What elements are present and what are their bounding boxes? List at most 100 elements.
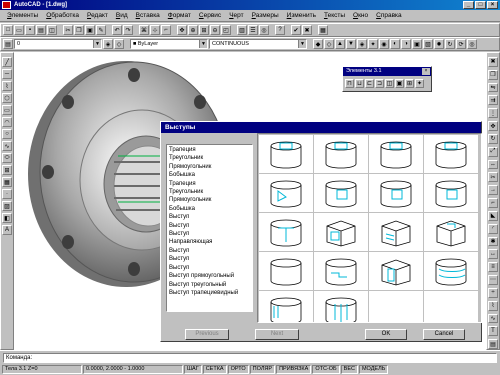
menu-item-6[interactable]: Сервис xyxy=(195,12,225,19)
redo-icon[interactable]: ↷ xyxy=(123,25,133,35)
render-icon[interactable]: ✹ xyxy=(434,39,444,49)
lengthen-icon[interactable]: ↔ xyxy=(488,249,498,260)
hatch-icon[interactable]: ▨ xyxy=(2,201,12,211)
edit-text-icon[interactable]: T xyxy=(488,326,498,337)
insert-block-icon[interactable]: ⊞ xyxy=(2,165,12,175)
edit-spline-icon[interactable]: ∿ xyxy=(488,313,498,324)
save-icon[interactable]: ▪ xyxy=(25,25,35,35)
list-item[interactable]: Выступ треугольный xyxy=(169,281,250,289)
menu-item-5[interactable]: Формат xyxy=(164,12,195,19)
autocad-app-icon[interactable] xyxy=(2,1,11,9)
view-right-icon[interactable]: ▲ xyxy=(335,39,345,49)
hide-icon[interactable]: ▧ xyxy=(423,39,433,49)
view-top-icon[interactable]: ◆ xyxy=(313,39,323,49)
pan-icon[interactable]: ✥ xyxy=(177,25,187,35)
stretch-icon[interactable]: ⇔ xyxy=(488,159,498,170)
undo-icon[interactable]: ↶ xyxy=(112,25,122,35)
list-item[interactable]: Бобышка xyxy=(169,205,250,213)
erase-icon[interactable]: ✖ xyxy=(488,57,498,67)
gallery-shape-8[interactable] xyxy=(424,174,478,212)
element-tool-6-icon[interactable]: ▣ xyxy=(395,79,404,88)
menu-item-1[interactable]: Обработка xyxy=(42,12,83,19)
gallery-shape-16[interactable] xyxy=(424,252,478,290)
previous-button[interactable]: Previous xyxy=(185,329,229,340)
menu-item-10[interactable]: Тексты xyxy=(320,12,349,19)
color-select[interactable]: ■ ByLayer ▼ xyxy=(130,39,208,49)
element-tool-3-icon[interactable]: ⊏ xyxy=(365,79,374,88)
title-bar[interactable]: AutoCAD - [1.dwg] _ □ × xyxy=(0,0,500,10)
view-left-icon[interactable]: ▼ xyxy=(346,39,356,49)
list-item[interactable]: Выступ xyxy=(169,230,250,238)
list-item[interactable]: Бобышка xyxy=(169,171,250,179)
gallery-shape-11[interactable] xyxy=(369,213,423,251)
cross-icon[interactable]: ✖ xyxy=(302,25,312,35)
view-ne-icon[interactable]: ◐ xyxy=(390,39,400,49)
protrusion-type-list[interactable]: Трапеция Треугольник Прямоугольник Бобышка Т… xyxy=(166,144,253,312)
scale-icon[interactable]: ⤢ xyxy=(488,146,498,157)
gallery-shape-5[interactable] xyxy=(259,174,313,212)
chevron-down-icon[interactable]: ▼ xyxy=(199,40,207,48)
orbit-icon[interactable]: ↻ xyxy=(445,39,455,49)
spline-icon[interactable]: ∿ xyxy=(2,141,12,151)
view-sw-icon[interactable]: ◉ xyxy=(379,39,389,49)
list-item[interactable]: Выступ xyxy=(169,247,250,255)
gallery-shape-10[interactable] xyxy=(314,213,368,251)
element-tool-1-icon[interactable]: ⊓ xyxy=(345,79,354,88)
gallery-shape-9[interactable] xyxy=(259,213,313,251)
hyperlink-icon[interactable]: ⌘ xyxy=(139,25,149,35)
status-mode-5[interactable]: ОТС-ОБ xyxy=(312,365,340,374)
close-icon[interactable]: × xyxy=(422,68,430,75)
array-icon[interactable]: ⋮ xyxy=(488,108,498,119)
rectangle-icon[interactable]: ▭ xyxy=(2,105,12,115)
status-mode-0[interactable]: ШАГ xyxy=(184,365,202,374)
menu-item-9[interactable]: Изменить xyxy=(283,12,320,19)
construction-line-icon[interactable]: ─ xyxy=(2,69,12,79)
preview-icon[interactable]: ◫ xyxy=(47,25,57,35)
menu-item-2[interactable]: Редакт xyxy=(83,12,112,19)
polygon-icon[interactable]: ⬡ xyxy=(2,93,12,103)
menu-item-12[interactable]: Справка xyxy=(372,12,406,19)
design-center-icon[interactable]: ◎ xyxy=(259,25,269,35)
named-views-icon[interactable]: ▥ xyxy=(237,25,247,35)
gallery-shape-17[interactable] xyxy=(259,291,313,322)
element-tool-4-icon[interactable]: ⊐ xyxy=(375,79,384,88)
layer-previous-icon[interactable]: ◇ xyxy=(114,39,124,49)
zoom-previous-icon[interactable]: ⊖ xyxy=(210,25,220,35)
calc-icon[interactable]: ▦ xyxy=(318,25,328,35)
gallery-shape-2[interactable] xyxy=(314,135,368,173)
menu-item-8[interactable]: Размеры xyxy=(248,12,283,19)
shape-gallery[interactable] xyxy=(257,133,482,323)
next-button[interactable]: Next xyxy=(255,329,299,340)
align-icon[interactable]: ≡ xyxy=(488,262,498,273)
view-front-icon[interactable]: ◇ xyxy=(324,39,334,49)
print-icon[interactable]: ▤ xyxy=(36,25,46,35)
gallery-shape-3[interactable] xyxy=(369,135,423,173)
minimize-button[interactable]: _ xyxy=(463,1,474,9)
make-current-layer-icon[interactable]: ◈ xyxy=(103,39,113,49)
explode-icon[interactable]: ✱ xyxy=(488,236,498,247)
list-item[interactable]: Трапеция xyxy=(169,146,250,154)
list-item[interactable]: Прямоугольник xyxy=(169,163,250,171)
mirror-icon[interactable]: ⇋ xyxy=(488,82,498,93)
element-tool-7-icon[interactable]: ⊞ xyxy=(405,79,414,88)
zoom-window-icon[interactable]: ⊞ xyxy=(199,25,209,35)
shade-icon[interactable]: ▣ xyxy=(412,39,422,49)
list-item[interactable]: Выступ xyxy=(169,264,250,272)
list-item[interactable]: Выступ прямоугольный xyxy=(169,272,250,280)
menu-item-11[interactable]: Окно xyxy=(349,12,372,19)
status-mode-4[interactable]: ПРИВЯЗКА xyxy=(276,365,312,374)
status-mode-6[interactable]: ВЕС xyxy=(340,365,358,374)
status-mode-2[interactable]: ОРТО xyxy=(227,365,249,374)
camera-icon[interactable]: ◎ xyxy=(467,39,477,49)
gallery-shape-7[interactable] xyxy=(369,174,423,212)
menu-item-4[interactable]: Вставка xyxy=(132,12,164,19)
maximize-button[interactable]: □ xyxy=(475,1,486,9)
break-icon[interactable]: ⌐ xyxy=(488,198,498,208)
gallery-shape-13[interactable] xyxy=(259,252,313,290)
command-prompt[interactable]: Команда: xyxy=(3,353,497,363)
gallery-shape-6[interactable] xyxy=(314,174,368,212)
element-tool-2-icon[interactable]: ⊔ xyxy=(355,79,364,88)
menu-item-0[interactable]: Элементы xyxy=(3,12,42,19)
menu-item-3[interactable]: Вид xyxy=(112,12,132,19)
menu-item-7[interactable]: Черт xyxy=(225,12,247,19)
